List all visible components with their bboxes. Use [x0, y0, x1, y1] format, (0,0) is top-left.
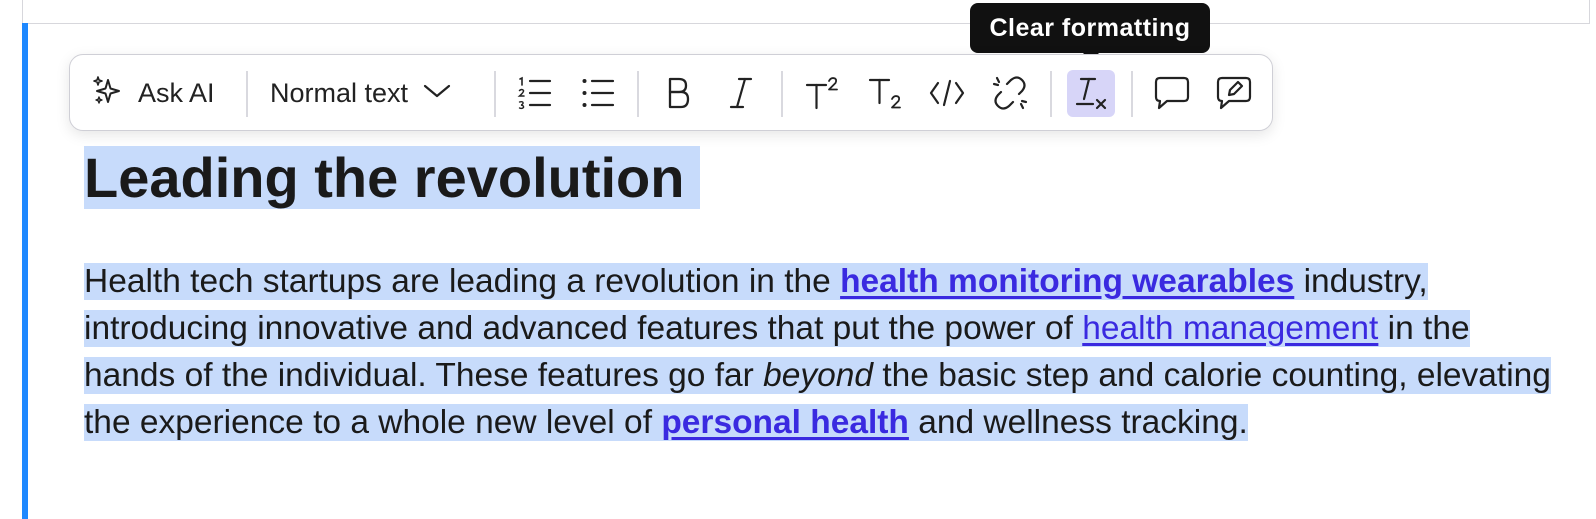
- heading-text: Leading the revolution: [84, 146, 701, 209]
- page-top-border: [22, 0, 1590, 24]
- sparkles-icon: [92, 75, 124, 112]
- comment-button[interactable]: [1152, 72, 1192, 114]
- formatting-toolbar: Ask AI Normal text: [69, 54, 1273, 131]
- ask-ai-label: Ask AI: [138, 77, 215, 108]
- bold-icon: [663, 75, 693, 111]
- unlink-icon: [992, 75, 1028, 111]
- italic-text: beyond: [763, 357, 874, 394]
- text-style-value: Normal text: [270, 77, 409, 108]
- numbered-list-icon: [517, 75, 553, 111]
- numbered-list-button[interactable]: [515, 72, 555, 114]
- text-run: and wellness tracking.: [908, 404, 1248, 441]
- toolbar-divider: [246, 71, 248, 117]
- comment-icon: [1154, 75, 1190, 111]
- link-personal-health[interactable]: personal health: [661, 404, 909, 441]
- text-run: Health tech startups are leading a revol…: [84, 263, 841, 300]
- bulleted-list-icon: [580, 75, 616, 111]
- text-style-dropdown[interactable]: Normal text: [270, 72, 452, 114]
- focus-indicator: [22, 23, 28, 519]
- italic-button[interactable]: [721, 72, 761, 114]
- clear-formatting-button[interactable]: [1071, 72, 1111, 114]
- bold-button[interactable]: [658, 72, 698, 114]
- link-health-monitoring-wearables[interactable]: health monitoring wearables: [840, 263, 1294, 300]
- italic-icon: [726, 75, 756, 111]
- subscript-icon: [867, 75, 903, 111]
- paragraph-text: Health tech startups are leading a revol…: [84, 263, 1551, 441]
- chevron-down-icon: [422, 81, 452, 106]
- toolbar-divider: [637, 71, 639, 117]
- document-heading[interactable]: Leading the revolution: [84, 144, 701, 212]
- edit-comment-button[interactable]: [1214, 72, 1254, 114]
- toolbar-divider: [1131, 71, 1133, 117]
- code-button[interactable]: [927, 72, 967, 114]
- code-icon: [928, 75, 966, 111]
- edit-comment-icon: [1216, 75, 1252, 111]
- subscript-button[interactable]: [865, 72, 905, 114]
- toolbar-divider: [494, 71, 496, 117]
- tooltip: Clear formatting: [970, 3, 1210, 53]
- unlink-button[interactable]: [990, 72, 1030, 114]
- superscript-button[interactable]: [802, 72, 842, 114]
- toolbar-divider: [781, 71, 783, 117]
- document-paragraph[interactable]: Health tech startups are leading a revol…: [84, 258, 1564, 446]
- toolbar-divider: [1050, 71, 1052, 117]
- link-health-management[interactable]: health management: [1082, 310, 1378, 347]
- bulleted-list-button[interactable]: [578, 72, 618, 114]
- clear-formatting-icon: [1073, 75, 1109, 111]
- ask-ai-button[interactable]: Ask AI: [92, 72, 215, 114]
- superscript-icon: [804, 75, 840, 111]
